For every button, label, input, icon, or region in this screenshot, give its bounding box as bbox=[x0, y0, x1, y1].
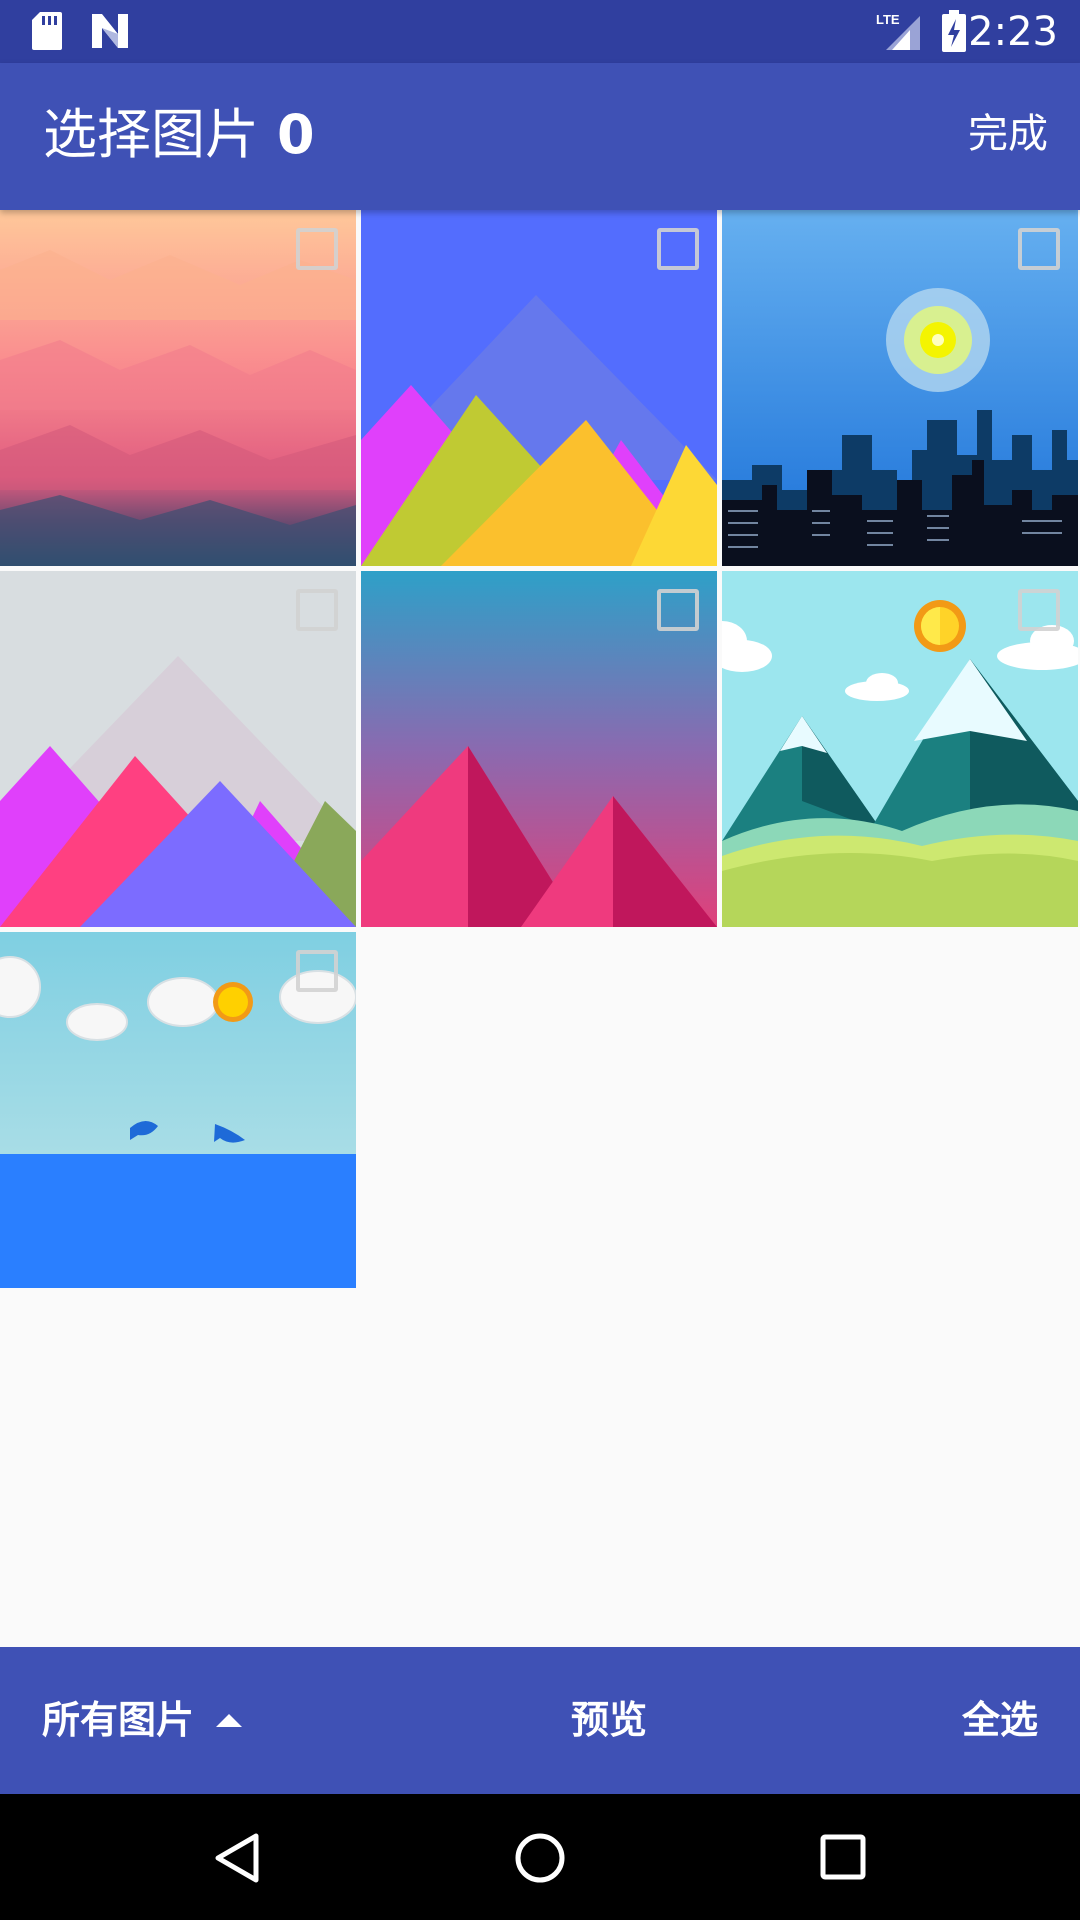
select-checkbox[interactable] bbox=[1018, 228, 1060, 270]
image-cell[interactable] bbox=[722, 571, 1078, 927]
arrow-up-icon bbox=[216, 1713, 243, 1727]
image-cell[interactable] bbox=[0, 932, 356, 1288]
page-title: 选择图片 0 bbox=[43, 103, 315, 167]
clock: 2:23 bbox=[968, 9, 1058, 55]
android-n-icon bbox=[92, 14, 128, 48]
image-cell[interactable] bbox=[361, 210, 717, 566]
home-icon[interactable] bbox=[514, 1832, 566, 1884]
page-title-text: 选择图片 bbox=[43, 103, 259, 166]
recents-icon[interactable] bbox=[820, 1832, 866, 1884]
image-cell[interactable] bbox=[361, 571, 717, 927]
navigation-bar bbox=[0, 1794, 1080, 1920]
folder-label: 所有图片 bbox=[42, 1698, 195, 1742]
battery-charging-icon bbox=[942, 10, 966, 52]
bottom-bar: 所有图片 预览 全选 bbox=[0, 1647, 1080, 1794]
image-cell[interactable] bbox=[0, 571, 356, 927]
back-icon[interactable] bbox=[212, 1832, 262, 1884]
select-checkbox[interactable] bbox=[1018, 589, 1060, 631]
lte-signal-icon: LTE bbox=[876, 12, 920, 50]
app-bar: 选择图片 0 完成 bbox=[0, 63, 1080, 210]
select-all-button[interactable]: 全选 bbox=[962, 1695, 1038, 1745]
done-button[interactable]: 完成 bbox=[968, 109, 1048, 159]
svg-text:LTE: LTE bbox=[876, 12, 900, 27]
select-checkbox[interactable] bbox=[296, 589, 338, 631]
status-bar: LTE 2:23 bbox=[0, 0, 1080, 63]
select-checkbox[interactable] bbox=[657, 589, 699, 631]
preview-button[interactable]: 预览 bbox=[571, 1695, 647, 1745]
folder-selector[interactable]: 所有图片 bbox=[42, 1695, 243, 1745]
image-cell[interactable] bbox=[0, 210, 356, 566]
sd-card-icon bbox=[32, 12, 62, 50]
image-cell[interactable] bbox=[722, 210, 1078, 566]
select-checkbox[interactable] bbox=[296, 950, 338, 992]
select-checkbox[interactable] bbox=[296, 228, 338, 270]
select-checkbox[interactable] bbox=[657, 228, 699, 270]
selected-count: 0 bbox=[277, 103, 315, 166]
